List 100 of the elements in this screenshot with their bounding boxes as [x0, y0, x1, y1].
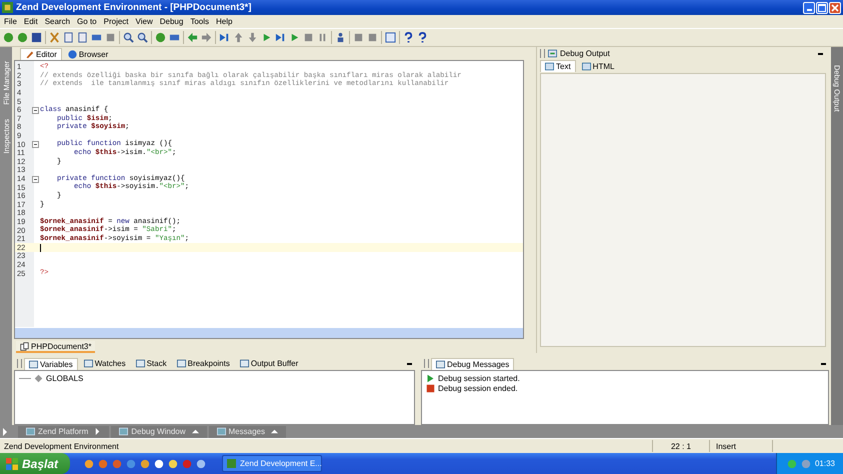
panel-title: Debug Output [560, 49, 610, 58]
messages-tab[interactable]: Debug Messages [431, 358, 514, 370]
window-icon [136, 359, 145, 368]
step-icon[interactable] [275, 32, 286, 43]
start-button[interactable]: Başlat [0, 453, 70, 474]
window-icon [216, 427, 226, 436]
menu-item[interactable]: Tools [190, 17, 209, 26]
arrow-icon [192, 428, 198, 435]
arrow-icon[interactable] [233, 32, 244, 43]
arrow-icon[interactable] [2, 428, 8, 436]
toolbar-icon[interactable] [353, 32, 364, 43]
copy-icon[interactable] [77, 32, 88, 43]
debug-tab[interactable]: Watches [80, 358, 130, 370]
message-text: Debug session ended. [438, 384, 518, 392]
menu-item[interactable]: View [136, 17, 153, 26]
menu-item[interactable]: Edit [24, 17, 38, 26]
stop-icon [426, 384, 435, 392]
insert-mode: Insert [709, 440, 772, 452]
menu-item[interactable]: Project [104, 17, 129, 26]
document-icon [20, 342, 29, 350]
app-icon [2, 2, 13, 13]
tree-item[interactable]: GLOBALS [46, 374, 84, 382]
cursor-position: 22 : 1 [652, 440, 709, 452]
toolbar-icon[interactable] [169, 32, 180, 43]
play-icon[interactable] [289, 32, 300, 43]
help-icon[interactable] [403, 32, 414, 43]
fold-toggle-icon[interactable] [32, 176, 39, 183]
play-icon [426, 374, 435, 382]
minimize-icon[interactable] [818, 52, 823, 54]
toolbar-icon[interactable] [17, 32, 28, 43]
window-icon [26, 427, 35, 436]
window-icon [119, 427, 128, 436]
taskbar-button[interactable]: Zend Development E... [222, 455, 322, 472]
window-icon [545, 62, 554, 71]
quick-launch-icon[interactable] [140, 458, 150, 468]
arrow-icon[interactable] [201, 32, 212, 43]
window-title: Zend Development Environment - [PHPDocument3*] [16, 2, 252, 13]
step-icon[interactable] [219, 32, 230, 43]
play-icon[interactable] [261, 32, 272, 43]
window-icon [240, 359, 249, 368]
save-icon[interactable] [31, 32, 42, 43]
dock-tab[interactable]: Zend Platform [18, 426, 110, 438]
panel-icon [548, 49, 557, 58]
output-tab[interactable]: HTML [578, 60, 618, 72]
window-icon [176, 359, 186, 368]
person-icon[interactable] [335, 32, 346, 43]
close-button[interactable] [829, 2, 841, 14]
arrow-icon [270, 428, 278, 435]
arrow-icon[interactable] [247, 32, 258, 43]
windows-flag-icon [6, 458, 18, 470]
document-tab[interactable]: PHPDocument3* [16, 341, 96, 353]
toolbar-icon[interactable] [155, 32, 166, 43]
menu-item[interactable]: Search [44, 17, 70, 26]
window-icon [582, 62, 591, 70]
minimize-icon[interactable] [821, 362, 826, 364]
fold-toggle-icon[interactable] [32, 106, 39, 114]
search-icon[interactable] [123, 32, 134, 43]
toolbar-icon[interactable] [105, 32, 116, 43]
minimize-button[interactable] [803, 2, 815, 14]
quick-launch-icon[interactable] [196, 458, 206, 468]
stop-icon[interactable] [303, 32, 314, 43]
window-icon [29, 360, 38, 368]
menu-item[interactable]: Debug [160, 17, 184, 26]
arrow-icon[interactable] [187, 32, 198, 43]
toolbar-icon[interactable] [367, 32, 378, 43]
diamond-icon [34, 374, 43, 382]
editor-tab[interactable]: Browser [64, 48, 112, 60]
dock-tab[interactable]: Messages [208, 426, 286, 438]
window-icon[interactable] [385, 32, 396, 43]
debug-tab[interactable]: Output Buffer [236, 358, 302, 370]
globe-icon [68, 50, 77, 58]
quick-launch-icon[interactable] [168, 458, 178, 468]
editor-tab[interactable]: Editor [20, 48, 62, 60]
cut-icon[interactable] [49, 32, 60, 43]
copy-icon[interactable] [63, 32, 74, 43]
window-icon [436, 360, 445, 368]
clock: 01:33 [814, 459, 835, 468]
quick-launch-icon[interactable] [84, 458, 94, 468]
search-icon[interactable] [137, 32, 148, 43]
horizontal-scrollbar[interactable] [15, 327, 523, 338]
maximize-button[interactable] [816, 2, 828, 14]
menu-item[interactable]: Go to [77, 17, 97, 26]
message-text: Debug session started. [438, 374, 520, 382]
menu-item[interactable]: Help [216, 17, 232, 26]
help-icon[interactable] [417, 32, 428, 43]
output-tab[interactable]: Text [540, 60, 576, 72]
toolbar-icon[interactable] [91, 32, 102, 43]
minimize-icon[interactable] [407, 362, 412, 364]
debug-tab[interactable]: Breakpoints [172, 358, 234, 370]
pause-icon[interactable] [317, 32, 328, 43]
debug-tab[interactable]: Stack [132, 358, 171, 370]
quick-launch-icon[interactable] [154, 458, 164, 468]
dock-tab[interactable]: Debug Window [111, 426, 206, 438]
debug-tab[interactable]: Variables [24, 358, 78, 370]
status-text: Zend Development Environment [3, 442, 120, 450]
text-cursor [40, 244, 41, 252]
fold-toggle-icon[interactable] [32, 141, 39, 148]
toolbar-icon[interactable] [3, 32, 14, 43]
arrow-icon [94, 428, 102, 435]
menu-item[interactable]: File [4, 17, 17, 26]
